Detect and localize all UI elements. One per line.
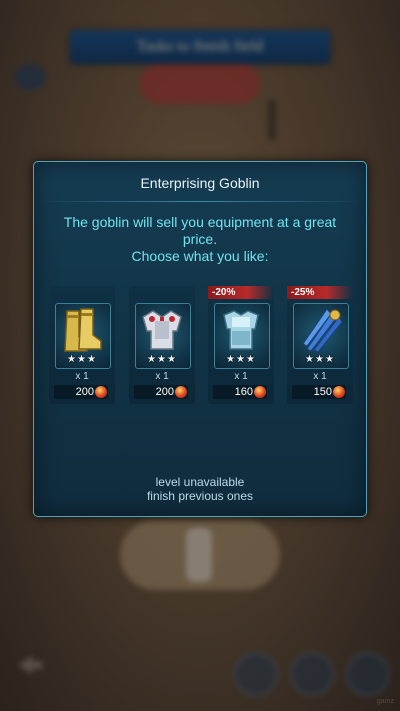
item-price: 200 xyxy=(134,385,188,399)
item-price-value: 160 xyxy=(234,386,253,398)
chest-armor-icon xyxy=(142,310,182,350)
boots-icon xyxy=(64,308,102,352)
ruby-icon xyxy=(175,386,187,398)
status-line: finish previous ones xyxy=(146,489,254,503)
ruby-icon xyxy=(95,386,107,398)
item-price-value: 200 xyxy=(155,386,174,398)
description-line: price. xyxy=(182,231,218,247)
shop-items: ★★★ x 1 200 ★★★ x 1 200 -20% ★★★ x 1 160… xyxy=(49,286,353,404)
description-line: Choose what you like: xyxy=(131,248,269,264)
ruby-icon xyxy=(254,386,266,398)
watermark: gamz xyxy=(376,698,394,705)
claws-icon xyxy=(302,308,343,353)
item-stars: ★★★ xyxy=(147,354,177,365)
item-price: 150 xyxy=(292,385,346,399)
discount-badge: -25% xyxy=(287,286,353,299)
popup-title: Enterprising Goblin xyxy=(140,175,260,191)
shop-item-golden-boots[interactable]: ★★★ x 1 200 xyxy=(49,286,115,404)
item-price: 160 xyxy=(213,385,267,399)
item-stars: ★★★ xyxy=(305,354,335,365)
level-status: level unavailable finish previous ones xyxy=(34,475,366,503)
goblin-shop-popup: Enterprising Goblin The goblin will sell… xyxy=(33,161,367,517)
shop-item-blue-claws[interactable]: -25% ★★★ x 1 150 xyxy=(287,286,353,404)
status-line: level unavailable xyxy=(155,475,245,489)
item-price-value: 200 xyxy=(75,386,94,398)
description-line: The goblin will sell you equipment at a … xyxy=(63,214,337,230)
item-stars: ★★★ xyxy=(67,354,97,365)
item-price: 200 xyxy=(54,385,108,399)
shop-item-silver-armor[interactable]: ★★★ x 1 200 xyxy=(129,286,195,404)
item-quantity: x 1 xyxy=(75,371,89,382)
item-quantity: x 1 xyxy=(313,371,327,382)
item-stars: ★★★ xyxy=(226,354,256,365)
popup-description: The goblin will sell you equipment at a … xyxy=(44,214,356,265)
item-quantity: x 1 xyxy=(234,371,248,382)
item-price-value: 150 xyxy=(313,386,332,398)
title-divider xyxy=(40,201,360,202)
discount-badge: -20% xyxy=(208,286,274,299)
plate-armor-icon xyxy=(223,310,259,350)
item-quantity: x 1 xyxy=(155,371,169,382)
ruby-icon xyxy=(333,386,345,398)
shop-item-ice-armor[interactable]: -20% ★★★ x 1 160 xyxy=(208,286,274,404)
